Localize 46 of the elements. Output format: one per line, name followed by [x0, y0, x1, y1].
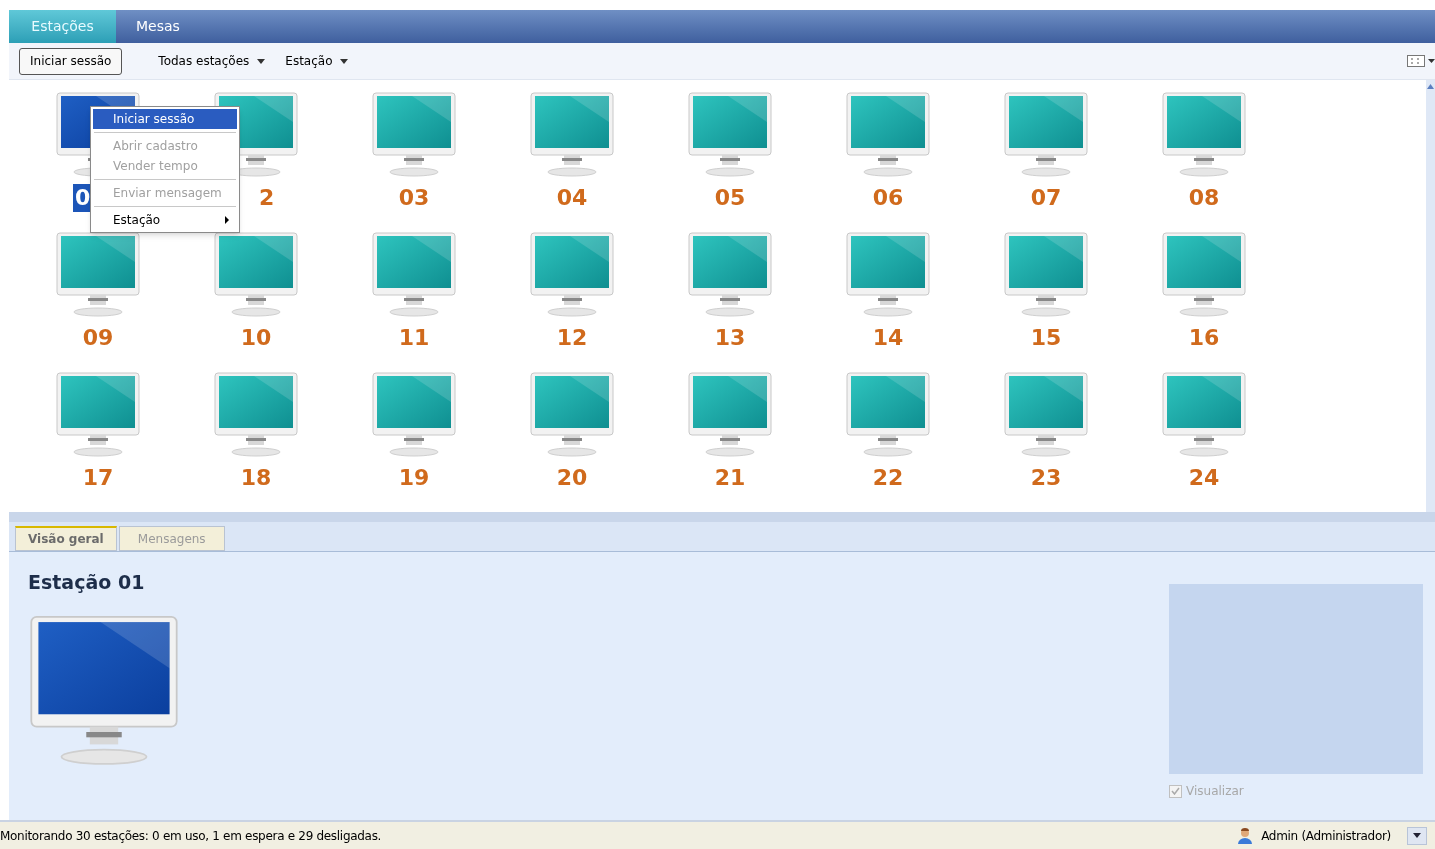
station-label[interactable]: 17: [80, 464, 116, 492]
menu-item[interactable]: Iniciar sessão: [93, 109, 237, 129]
station-label[interactable]: 23: [1028, 464, 1064, 492]
station-label[interactable]: 03: [396, 184, 432, 212]
station-label[interactable]: 08: [1186, 184, 1222, 212]
station-label[interactable]: 11: [396, 324, 432, 352]
station-label[interactable]: 12: [554, 324, 590, 352]
submenu-arrow-icon: [225, 216, 229, 224]
tab[interactable]: Visão geral: [15, 526, 117, 551]
station-label[interactable]: 22: [870, 464, 906, 492]
station-label[interactable]: 14: [870, 324, 906, 352]
station-label[interactable]: 06: [870, 184, 906, 212]
tab[interactable]: Mesas: [116, 10, 200, 43]
caret-icon: [340, 58, 349, 64]
station-label[interactable]: 0: [73, 184, 93, 212]
station-label[interactable]: 09: [80, 324, 116, 352]
caret-icon: [257, 58, 266, 64]
status-text: Monitorando 30 estações: 0 em uso, 1 em espera e 29 desligadas.: [0, 827, 382, 845]
station-label[interactable]: 20: [554, 464, 590, 492]
station-label[interactable]: 13: [712, 324, 748, 352]
station-label[interactable]: 16: [1186, 324, 1222, 352]
station-label[interactable]: 15: [1028, 324, 1064, 352]
checkbox-label: Visualizar: [1186, 783, 1244, 800]
station-label[interactable]: 19: [396, 464, 432, 492]
toolbar-menu[interactable]: Todas estações: [158, 52, 266, 70]
scrollbar[interactable]: [1426, 80, 1435, 512]
menu-item[interactable]: Estação: [93, 210, 237, 230]
tab[interactable]: Estações: [9, 10, 116, 43]
start-session-button[interactable]: Iniciar sessão: [19, 47, 123, 75]
station-label[interactable]: 24: [1186, 464, 1222, 492]
scroll-up-arrow-icon[interactable]: [1427, 84, 1434, 89]
station-label[interactable]: 2: [257, 184, 277, 212]
toolbar-menu[interactable]: Estação: [285, 52, 349, 70]
tab[interactable]: Mensagens: [118, 526, 225, 551]
view-mode-icon[interactable]: [1407, 55, 1435, 67]
user-icon: [1237, 827, 1254, 844]
station-label[interactable]: 05: [712, 184, 748, 212]
station-label[interactable]: 04: [554, 184, 590, 212]
station-label[interactable]: 07: [1028, 184, 1064, 212]
dropdown-button[interactable]: [1407, 826, 1427, 845]
station-label[interactable]: 18: [238, 464, 274, 492]
caret-icon: [1413, 833, 1421, 838]
station-label[interactable]: 21: [712, 464, 748, 492]
station-title: Estação 01: [28, 570, 146, 595]
station-label[interactable]: 10: [238, 324, 274, 352]
user-name: Admin (Administrador): [1261, 827, 1391, 845]
